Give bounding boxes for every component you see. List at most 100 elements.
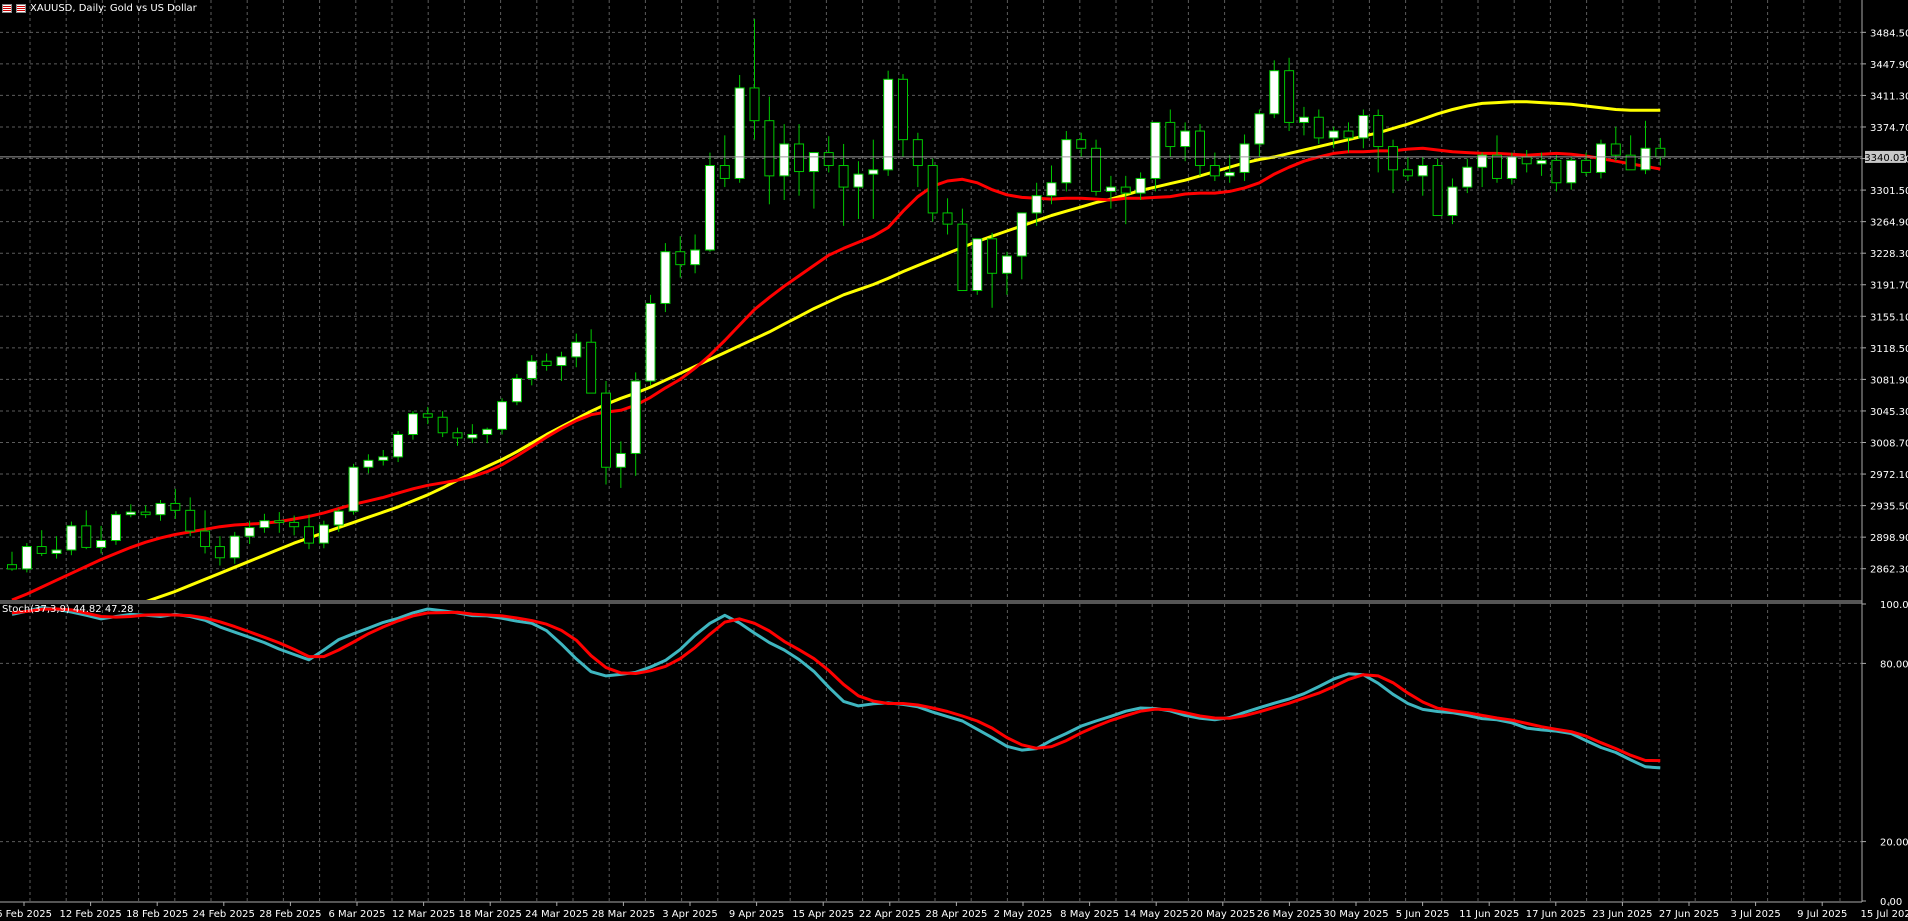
- date-tick-label: 3 Jul 2025: [1730, 909, 1780, 920]
- ma-slow-line: [146, 100, 1661, 600]
- price-axis[interactable]: 3484.503447.903411.303374.703338.103301.…: [1861, 0, 1908, 908]
- candle: [1313, 109, 1324, 144]
- candle-body: [378, 456, 389, 461]
- candle-body: [541, 360, 552, 367]
- candle: [274, 512, 285, 533]
- candle-body: [36, 546, 47, 554]
- date-tick-label: 28 Feb 2025: [259, 909, 321, 920]
- candle-body: [511, 377, 522, 403]
- candle-body: [912, 139, 923, 167]
- candle-body: [1061, 139, 1072, 184]
- candle: [452, 427, 463, 446]
- candle-body: [1655, 147, 1666, 158]
- date-tick-label: 15 Jul 2025: [1860, 909, 1908, 920]
- candle-body: [289, 521, 300, 528]
- candle-body: [1595, 143, 1606, 173]
- candle: [1091, 139, 1102, 196]
- candle: [957, 208, 968, 292]
- date-tick-label: 18 Feb 2025: [126, 909, 188, 920]
- candle-body: [1135, 177, 1146, 194]
- candle-body: [1358, 115, 1369, 139]
- candle-body: [125, 511, 136, 516]
- candle-body: [66, 525, 77, 551]
- candle-body: [1120, 186, 1131, 194]
- candle-body: [927, 165, 938, 214]
- candle: [1655, 137, 1666, 166]
- date-tick-label: 2 May 2025: [994, 909, 1053, 920]
- candle: [185, 497, 196, 537]
- price-tick-label: 2898.90: [1870, 533, 1908, 544]
- candle: [690, 234, 701, 274]
- candle-body: [1492, 154, 1502, 179]
- candle: [1165, 109, 1176, 157]
- date-tick-label: 24 Feb 2025: [193, 909, 255, 920]
- candle-body: [21, 546, 32, 570]
- candle: [1610, 126, 1621, 162]
- candle-body: [883, 78, 894, 171]
- candle-body: [393, 433, 404, 458]
- candle-body: [734, 87, 745, 179]
- candle: [660, 243, 671, 313]
- candle: [987, 232, 998, 308]
- pane-separator[interactable]: [0, 600, 1862, 604]
- candle-body: [304, 526, 314, 544]
- candle-body: [1239, 143, 1250, 173]
- ma-slow-series: [146, 100, 1661, 600]
- candle-body: [333, 510, 344, 526]
- candle-body: [51, 549, 62, 554]
- price-tick-label: 3301.50: [1870, 186, 1908, 197]
- price-chart[interactable]: 3484.503447.903411.303374.703338.103301.…: [0, 0, 1908, 921]
- candle: [942, 198, 953, 235]
- candle-body: [1180, 130, 1191, 148]
- date-tick-label: 17 Jun 2025: [1526, 909, 1586, 920]
- candle-body: [1031, 195, 1042, 214]
- candle-body: [838, 165, 849, 188]
- price-tick-label: 3264.90: [1870, 218, 1908, 229]
- current-price-tag: 3340.03: [1864, 150, 1906, 164]
- price-tick-label: 3484.50: [1870, 28, 1908, 39]
- price-tick-label: 2935.50: [1870, 502, 1908, 513]
- candle: [912, 132, 923, 188]
- date-tick-label: 28 Apr 2025: [925, 909, 987, 920]
- candle-body: [571, 341, 582, 358]
- candle: [1298, 106, 1309, 136]
- candle: [1566, 156, 1577, 190]
- candle: [318, 520, 329, 549]
- date-tick-label: 6 Mar 2025: [328, 909, 385, 920]
- date-tick-label: 24 Mar 2025: [525, 909, 588, 920]
- date-tick-label: 23 Jun 2025: [1592, 909, 1652, 920]
- candle-body: [868, 169, 879, 175]
- date-tick-label: 6 Feb 2025: [0, 909, 52, 920]
- candle: [511, 374, 522, 406]
- stochastic-tick-label: 80.00: [1880, 659, 1908, 670]
- candle-body: [1046, 182, 1057, 197]
- ma-fast-line: [11, 146, 1661, 600]
- candle-body: [452, 432, 463, 439]
- candle-body: [1462, 166, 1473, 188]
- candle-body: [244, 527, 255, 537]
- date-tick-label: 15 Apr 2025: [792, 909, 854, 920]
- candle: [422, 406, 433, 425]
- candle: [1061, 131, 1072, 192]
- stochastic-tick-label: 100.00: [1880, 600, 1908, 611]
- candle-body: [675, 251, 686, 266]
- candle: [1492, 135, 1502, 183]
- candle-body: [630, 380, 641, 454]
- candle-body: [482, 428, 493, 435]
- candle-body: [110, 514, 121, 542]
- candle: [407, 411, 418, 440]
- candle: [927, 158, 938, 222]
- candle: [497, 398, 508, 435]
- price-tick-label: 2862.30: [1870, 565, 1908, 576]
- candle: [1640, 120, 1651, 175]
- candlestick-series: [7, 18, 1666, 573]
- candle: [393, 431, 404, 463]
- candle: [853, 161, 864, 219]
- candle: [1016, 212, 1027, 280]
- time-axis[interactable]: 6 Feb 2025 12 Feb 2025 18 Feb 2025 24 Feb 2…: [0, 901, 1908, 920]
- candle-body: [823, 152, 834, 167]
- candle: [1001, 251, 1012, 295]
- candle: [1477, 152, 1488, 188]
- candle-body: [957, 223, 968, 292]
- candle: [1625, 135, 1636, 171]
